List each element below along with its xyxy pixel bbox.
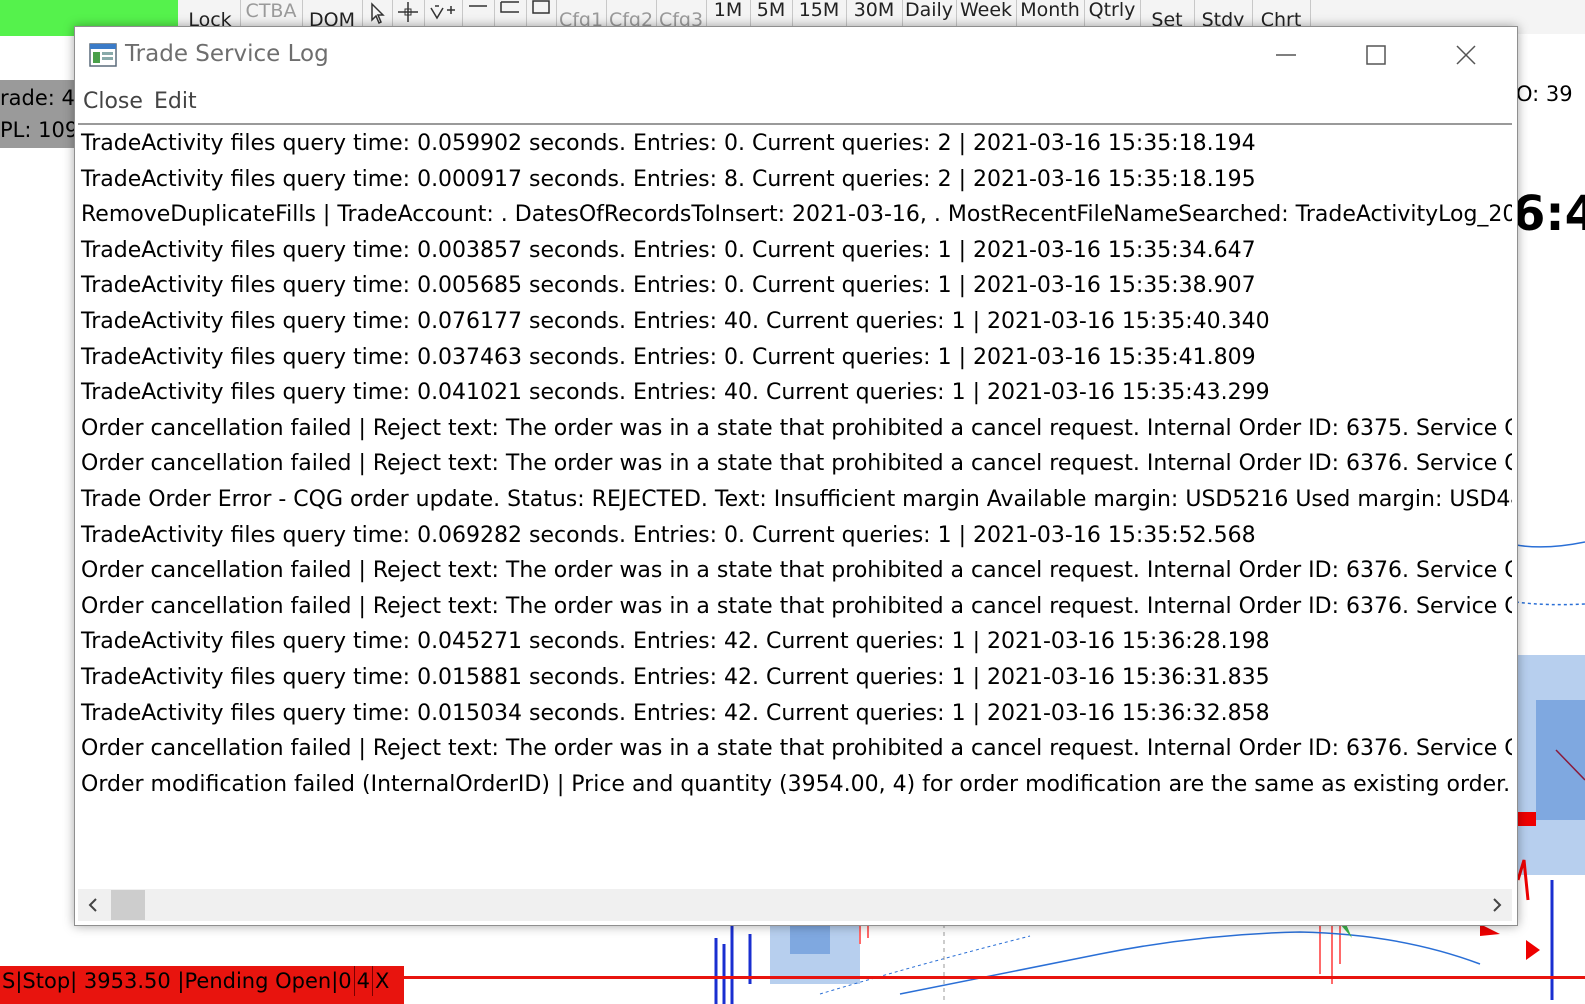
log-window-icon xyxy=(89,43,117,67)
log-line: TradeActivity files query time: 0.000917… xyxy=(81,166,1256,192)
log-line: Order cancellation failed | Reject text:… xyxy=(81,558,1512,584)
log-line: Order modification failed (InternalOrder… xyxy=(81,771,1512,797)
maximize-button[interactable] xyxy=(1331,27,1421,83)
log-content-area[interactable]: TradeActivity files query time: 0.059902… xyxy=(78,123,1512,889)
log-line: TradeActivity files query time: 0.003857… xyxy=(81,237,1256,263)
log-line: TradeActivity files query time: 0.037463… xyxy=(81,344,1256,370)
close-icon xyxy=(1456,45,1476,65)
chevron-left-icon xyxy=(88,898,97,912)
cancel-order-button[interactable]: X xyxy=(372,966,391,996)
log-line: Order cancellation failed | Reject text:… xyxy=(81,736,1512,762)
hand-icon xyxy=(430,5,455,20)
close-window-button[interactable] xyxy=(1421,27,1511,83)
horizontal-scrollbar[interactable] xyxy=(78,889,1512,921)
pending-order-bar[interactable]: S|Stop| 3953.50 |Pending Open|0 4 X xyxy=(0,966,404,1004)
menu-edit[interactable]: Edit xyxy=(154,89,197,114)
rectangle-icon xyxy=(532,0,550,14)
price-chart-fragment-bottom xyxy=(714,924,1500,1004)
window-titlebar[interactable]: Trade Service Log xyxy=(75,27,1517,85)
minimize-icon xyxy=(1276,54,1296,56)
window-menubar: Close Edit xyxy=(75,85,1517,121)
pointer-icon xyxy=(371,2,385,25)
trade-position-stat: rade: 4@ xyxy=(0,80,76,116)
horizontal-line-icon xyxy=(469,5,487,7)
log-line: TradeActivity files query time: 0.005685… xyxy=(81,273,1256,299)
pending-order-price-line xyxy=(404,976,1585,979)
pending-order-text: S|Stop| 3953.50 |Pending Open|0 xyxy=(2,969,352,993)
log-line: Order cancellation failed | Reject text:… xyxy=(81,593,1512,619)
pending-order-quantity: 4 xyxy=(353,966,372,996)
log-line: TradeActivity files query time: 0.076177… xyxy=(81,309,1270,334)
profit-loss-stat: PL: 109 xyxy=(0,112,76,148)
log-line: Trade Order Error - CQG order update. St… xyxy=(81,487,1512,512)
maximize-icon xyxy=(1366,45,1386,65)
open-price-label: O: 39 xyxy=(1516,82,1573,106)
log-line: TradeActivity files query time: 0.041021… xyxy=(81,380,1270,406)
log-line: TradeActivity files query time: 0.015034… xyxy=(81,700,1270,726)
scroll-left-button[interactable] xyxy=(78,889,108,921)
log-line: TradeActivity files query time: 0.045271… xyxy=(81,629,1270,655)
clock-readout: 6:4 xyxy=(1512,186,1585,242)
scroll-right-button[interactable] xyxy=(1482,889,1512,921)
crosshair-icon xyxy=(398,2,418,22)
log-line: Order cancellation failed | Reject text:… xyxy=(81,415,1512,441)
log-line: Order cancellation failed | Reject text:… xyxy=(81,451,1512,477)
trade-service-log-window: Trade Service Log Close Edit TradeActivi… xyxy=(74,26,1518,926)
menu-close[interactable]: Close xyxy=(83,89,143,114)
minimize-button[interactable] xyxy=(1241,27,1331,83)
scroll-thumb[interactable] xyxy=(111,890,145,920)
channel-icon xyxy=(500,1,519,13)
log-line: TradeActivity files query time: 0.059902… xyxy=(81,131,1256,156)
log-line: TradeActivity files query time: 0.015881… xyxy=(81,665,1270,690)
chevron-right-icon xyxy=(1493,898,1502,912)
log-line: RemoveDuplicateFills | TradeAccount: . D… xyxy=(81,202,1512,228)
window-title: Trade Service Log xyxy=(125,41,329,67)
log-line: TradeActivity files query time: 0.069282… xyxy=(81,522,1256,548)
